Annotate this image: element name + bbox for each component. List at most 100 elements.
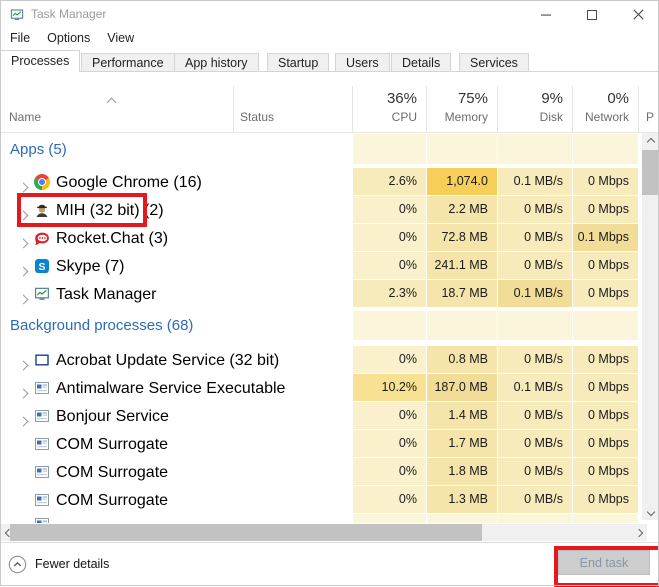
memory-column-label: Memory <box>426 110 488 124</box>
process-group-header[interactable]: Apps (5) <box>10 134 67 165</box>
process-row[interactable]: Google Chrome (16)2.6%1,074.0 MB0.1 MB/s… <box>0 168 659 196</box>
memory-cell: 1.4 MB <box>427 402 497 429</box>
tab-processes[interactable]: Processes <box>0 50 80 72</box>
expand-chevron-icon[interactable] <box>20 206 27 224</box>
maximize-button[interactable] <box>577 4 607 25</box>
window-title: Task Manager <box>31 7 106 21</box>
network-cell: 0 Mbps <box>573 346 638 373</box>
tab-services[interactable]: Services <box>459 53 529 71</box>
column-header-network[interactable]: 0%Network <box>572 84 638 133</box>
tab-app-history[interactable]: App history <box>174 53 259 71</box>
generic-process-icon <box>34 380 50 396</box>
memory-cell: 0.8 MB <box>427 346 497 373</box>
tab-details[interactable]: Details <box>391 53 451 71</box>
scroll-up-icon[interactable] <box>642 133 659 150</box>
network-cell: 0 Mbps <box>573 402 638 429</box>
fewer-details-toggle[interactable]: Fewer details <box>8 553 109 575</box>
sort-ascending-icon <box>108 93 115 111</box>
column-header-memory[interactable]: 75% Memory <box>426 84 497 133</box>
tab-performance[interactable]: Performance <box>81 53 175 71</box>
menu-item-options[interactable]: Options <box>45 28 92 48</box>
end-task-button[interactable]: End task <box>558 550 650 575</box>
menu-bar: File Options View <box>0 28 659 50</box>
tab-users[interactable]: Users <box>335 53 390 71</box>
column-header-name[interactable]: Name <box>9 110 41 124</box>
disk-cell: 0 MB/s <box>498 224 572 251</box>
process-row[interactable]: MIH (32 bit) (2)0%2.2 MB0 MB/s0 Mbps <box>0 196 659 224</box>
disk-column-label: Disk <box>497 110 563 124</box>
process-name: Acrobat Update Service (32 bit) <box>56 352 279 370</box>
network-cell: 0 Mbps <box>573 252 638 279</box>
memory-cell: 2.2 MB <box>427 196 497 223</box>
process-row[interactable]: Task Manager2.3%18.7 MB0.1 MB/s0 Mbps <box>0 280 659 308</box>
cpu-cell <box>353 311 426 340</box>
cpu-cell <box>353 514 426 523</box>
memory-total-percent: 75% <box>426 90 488 107</box>
scroll-right-icon[interactable] <box>630 524 647 541</box>
column-header-cpu[interactable]: 36%CPU <box>352 84 426 133</box>
disk-cell: 0.1 MB/s <box>498 280 572 307</box>
cpu-cell: 2.6% <box>353 168 426 195</box>
cpu-cell: 0% <box>353 402 426 429</box>
acrobat-icon <box>34 352 50 368</box>
memory-cell <box>427 514 497 523</box>
expand-chevron-icon[interactable] <box>20 356 27 374</box>
disk-cell: 0 MB/s <box>498 346 572 373</box>
disk-cell: 0 MB/s <box>498 430 572 457</box>
network-cell: 0 Mbps <box>573 168 638 195</box>
process-row[interactable]: Bonjour Service0%1.4 MB0 MB/s0 Mbps <box>0 402 659 430</box>
process-name: Skype (7) <box>56 258 124 276</box>
process-row[interactable]: Acrobat Update Service (32 bit)0%0.8 MB0… <box>0 346 659 374</box>
vertical-scrollbar-thumb[interactable] <box>642 150 659 195</box>
process-name: COM Surrogate <box>56 492 168 510</box>
process-group-header[interactable]: Background processes (68) <box>10 311 193 341</box>
expand-chevron-icon[interactable] <box>20 178 27 196</box>
process-row[interactable]: COM Surrogate0%1.8 MB0 MB/s0 Mbps <box>0 458 659 486</box>
expand-chevron-icon[interactable] <box>20 234 27 252</box>
memory-cell: 187.0 MB <box>427 374 497 401</box>
close-button[interactable] <box>623 4 653 25</box>
minimize-button[interactable] <box>531 4 561 25</box>
process-row[interactable]: Antimalware Service Executable10.2%187.0… <box>0 374 659 402</box>
column-header-status[interactable]: Status <box>240 110 274 124</box>
network-cell: 0 Mbps <box>573 486 638 513</box>
process-row[interactable]: SSkype (7)0%241.1 MB0 MB/s0 Mbps <box>0 252 659 280</box>
process-name: Task Manager <box>56 286 157 304</box>
expand-chevron-icon[interactable] <box>20 412 27 430</box>
process-row[interactable]: COM Surrogate0%1.3 MB0 MB/s0 Mbps <box>0 486 659 514</box>
network-cell <box>573 311 638 340</box>
process-row[interactable]: Rocket.Chat (3)0%72.8 MB0 MB/s0.1 Mbps <box>0 224 659 252</box>
svg-text:S: S <box>38 261 45 273</box>
menu-item-file[interactable]: File <box>8 28 32 48</box>
generic-process-icon <box>34 464 50 480</box>
scroll-down-icon[interactable] <box>642 503 659 520</box>
column-header-row: Name Status P 36%CPU75% Memory 9% Disk 0%Net… <box>0 84 659 133</box>
network-cell: 0.1 Mbps <box>573 224 638 251</box>
column-header-partial[interactable]: P <box>646 110 654 124</box>
disk-cell: 0.1 MB/s <box>498 374 572 401</box>
column-header-disk[interactable]: 9% Disk <box>497 84 572 133</box>
disk-total-percent: 9% <box>497 90 563 107</box>
cpu-cell: 0% <box>353 224 426 251</box>
disk-cell: 0 MB/s <box>498 402 572 429</box>
horizontal-scrollbar[interactable] <box>0 524 647 541</box>
expand-chevron-icon[interactable] <box>20 384 27 402</box>
generic-process-icon <box>34 492 50 508</box>
footer-bar: Fewer details End task <box>0 543 659 586</box>
cpu-cell: 0% <box>353 346 426 373</box>
process-row[interactable]: COM Surrogate0%1.7 MB0 MB/s0 Mbps <box>0 430 659 458</box>
expand-chevron-icon[interactable] <box>20 262 27 280</box>
vertical-scrollbar[interactable] <box>642 133 659 520</box>
cpu-cell <box>353 134 426 164</box>
memory-cell: 72.8 MB <box>427 224 497 251</box>
expand-chevron-icon[interactable] <box>20 290 27 308</box>
column-separator <box>638 86 639 132</box>
minimize-icon <box>541 10 551 20</box>
process-name: COM Surrogate <box>56 436 168 454</box>
menu-item-view[interactable]: View <box>105 28 136 48</box>
title-bar: Task Manager <box>0 0 659 28</box>
network-cell: 0 Mbps <box>573 430 638 457</box>
horizontal-scrollbar-thumb[interactable] <box>10 524 482 541</box>
network-cell: 0 Mbps <box>573 374 638 401</box>
tab-startup[interactable]: Startup <box>267 53 329 71</box>
